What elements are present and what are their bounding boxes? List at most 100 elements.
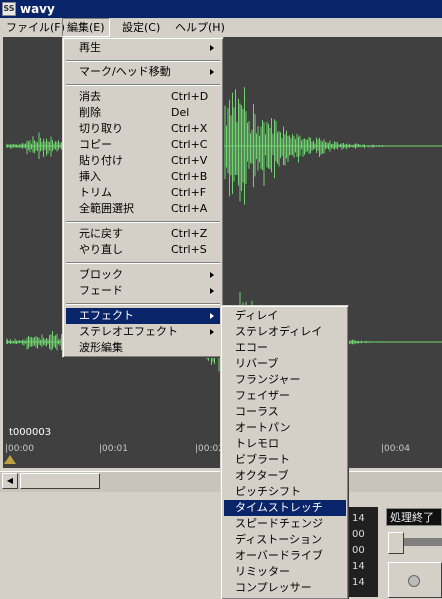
effect-item[interactable]: トレモロ <box>224 436 346 452</box>
app-icon[interactable]: SS <box>2 2 16 16</box>
effect-item[interactable]: コンプレッサー <box>224 580 346 596</box>
time-value: 14 <box>352 577 365 588</box>
submenu-arrow-icon <box>210 288 214 294</box>
shortcut-label: Ctrl+X <box>171 122 208 135</box>
submenu-arrow-icon <box>210 69 214 75</box>
shortcut-label: Ctrl+Z <box>171 227 208 240</box>
menu-item-undo[interactable]: 元に戻す Ctrl+Z <box>66 226 220 242</box>
submenu-arrow-icon <box>210 329 214 335</box>
time-value: 14 <box>352 513 365 524</box>
ruler-tick: |00:01 <box>99 444 128 454</box>
menu-item-effect[interactable]: エフェクト <box>66 308 220 324</box>
menu-item-block[interactable]: ブロック <box>66 267 220 283</box>
menu-file[interactable]: ファイル(F) <box>2 18 69 37</box>
menu-item-label: ステレオエフェクト <box>79 325 178 338</box>
shortcut-label: Ctrl+C <box>171 138 208 151</box>
menu-item-paste[interactable]: 貼り付け Ctrl+V <box>66 153 220 169</box>
status-display: 処理終了 <box>386 508 442 526</box>
menu-edit[interactable]: 編集(E) <box>62 18 110 37</box>
menu-item-label: やり直し <box>79 243 123 256</box>
shortcut-label: Ctrl+V <box>171 154 208 167</box>
menu-item-cut[interactable]: 切り取り Ctrl+X <box>66 121 220 137</box>
menu-item-trim[interactable]: トリム Ctrl+F <box>66 185 220 201</box>
effect-item[interactable]: ステレオディレイ <box>224 324 346 340</box>
menu-item-waveform-edit[interactable]: 波形編集 <box>66 340 220 356</box>
effect-item[interactable]: リミッター <box>224 564 346 580</box>
effect-item[interactable]: オートパン <box>224 420 346 436</box>
time-value: 00 <box>352 529 365 540</box>
menu-item-label: フェード <box>79 284 123 297</box>
edit-menu: 再生 マーク/ヘッド移動 消去 Ctrl+D 削除 Del 切り取り Ctrl+X コ… <box>62 37 224 358</box>
volume-slider-track[interactable] <box>404 538 442 546</box>
effect-item[interactable]: フランジャー <box>224 372 346 388</box>
menu-item-play[interactable]: 再生 <box>66 40 220 56</box>
menu-separator <box>66 60 220 62</box>
effect-item[interactable]: リバーブ <box>224 356 346 372</box>
menu-item-mark-move[interactable]: マーク/ヘッド移動 <box>66 64 220 80</box>
effect-item[interactable]: コーラス <box>224 404 346 420</box>
time-value: 00 <box>352 545 365 556</box>
menu-item-label: ブロック <box>79 268 123 281</box>
volume-slider-knob[interactable] <box>388 532 404 554</box>
ruler-tick: |00:04 <box>381 444 410 454</box>
shortcut-label: Ctrl+F <box>171 186 207 199</box>
effect-item[interactable]: エコー <box>224 340 346 356</box>
effect-item[interactable]: ディストーション <box>224 532 346 548</box>
menu-bar: ファイル(F) 編集(E) 設定(C) ヘルプ(H) <box>0 18 442 37</box>
menu-item-label: 切り取り <box>79 122 123 135</box>
menu-item-label: 挿入 <box>79 170 101 183</box>
scroll-left-icon[interactable]: ◀ <box>2 473 18 489</box>
menu-help[interactable]: ヘルプ(H) <box>171 18 229 37</box>
menu-item-remove[interactable]: 削除 Del <box>66 105 220 121</box>
effect-item[interactable]: オーバードライブ <box>224 548 346 564</box>
menu-item-label: 再生 <box>79 41 101 54</box>
menu-item-label: 波形編集 <box>79 341 123 354</box>
ruler-tick: |00:00 <box>5 444 34 454</box>
menu-item-label: 元に戻す <box>79 227 123 240</box>
shortcut-label: Ctrl+S <box>171 243 207 256</box>
menu-item-label: 全範囲選択 <box>79 202 134 215</box>
menu-item-label: マーク/ヘッド移動 <box>79 65 171 78</box>
menu-item-select-all[interactable]: 全範囲選択 Ctrl+A <box>66 201 220 217</box>
menu-separator <box>66 262 220 264</box>
effect-item[interactable]: ピッチシフト <box>224 484 346 500</box>
menu-item-delete[interactable]: 消去 Ctrl+D <box>66 89 220 105</box>
effect-item[interactable]: ディレイ <box>224 308 346 324</box>
playhead-marker-icon[interactable] <box>4 455 16 464</box>
menu-item-redo[interactable]: やり直し Ctrl+S <box>66 242 220 258</box>
menu-item-copy[interactable]: コピー Ctrl+C <box>66 137 220 153</box>
submenu-arrow-icon <box>210 45 214 51</box>
record-icon <box>408 575 420 587</box>
menu-item-insert[interactable]: 挿入 Ctrl+B <box>66 169 220 185</box>
menu-item-label: 消去 <box>79 90 101 103</box>
menu-item-label: エフェクト <box>79 309 134 322</box>
window-title: wavy <box>20 2 55 16</box>
submenu-arrow-icon <box>210 272 214 278</box>
menu-item-label: コピー <box>79 138 112 151</box>
effect-item[interactable]: オクターブ <box>224 468 346 484</box>
menu-settings[interactable]: 設定(C) <box>118 18 164 37</box>
menu-separator <box>66 84 220 86</box>
effect-submenu: ディレイ ステレオディレイ エコー リバーブ フランジャー フェイザー コーラス… <box>220 305 349 599</box>
shortcut-label: Ctrl+A <box>171 202 208 215</box>
menu-item-fade[interactable]: フェード <box>66 283 220 299</box>
scroll-thumb[interactable] <box>20 473 100 489</box>
menu-item-label: トリム <box>79 186 112 199</box>
shortcut-label: Ctrl+B <box>171 170 208 183</box>
submenu-arrow-icon <box>210 313 214 319</box>
menu-separator <box>66 303 220 305</box>
menu-item-label: 削除 <box>79 106 101 119</box>
effect-item[interactable]: フェイザー <box>224 388 346 404</box>
effect-item[interactable]: スピードチェンジ <box>224 516 346 532</box>
menu-item-stereo-effect[interactable]: ステレオエフェクト <box>66 324 220 340</box>
effect-item-selected[interactable]: タイムストレッチ <box>224 500 346 516</box>
menu-item-label: 貼り付け <box>79 154 123 167</box>
menu-separator <box>66 221 220 223</box>
title-bar <box>0 0 442 18</box>
shortcut-label: Ctrl+D <box>171 90 209 103</box>
time-display: 14 00 00 14 14 <box>344 507 378 597</box>
shortcut-label: Del <box>171 106 190 119</box>
effect-item[interactable]: ビブラート <box>224 452 346 468</box>
time-value: 14 <box>352 561 365 572</box>
track-label: t000003 <box>9 427 52 438</box>
